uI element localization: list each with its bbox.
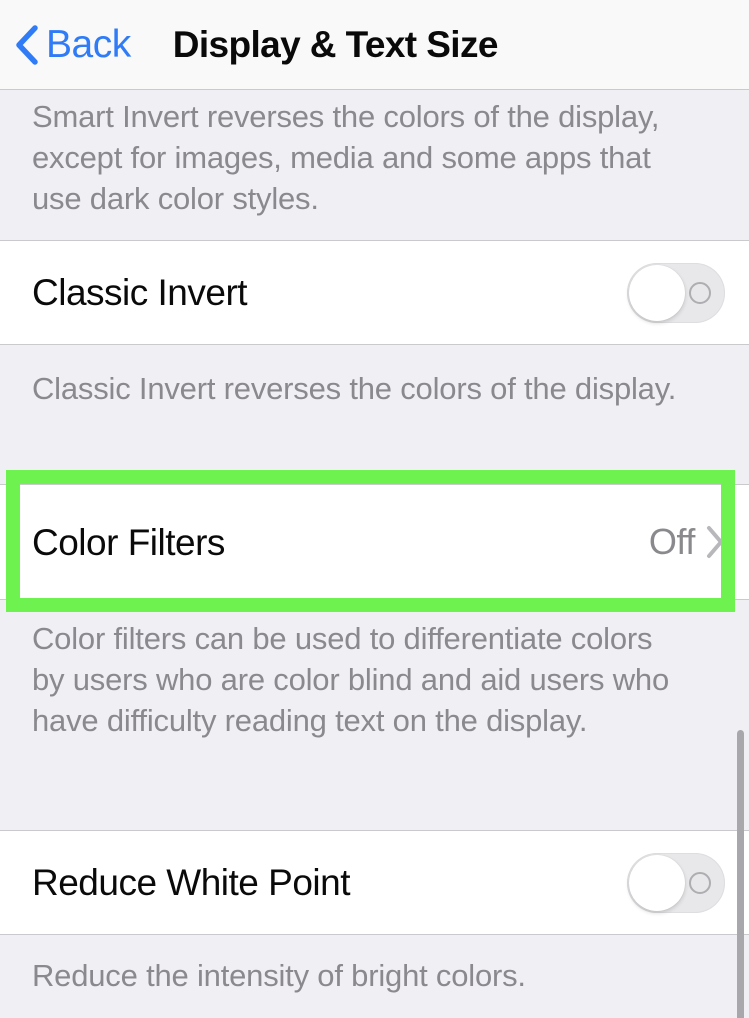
classic-invert-footer-text: Classic Invert reverses the colors of th… — [32, 371, 677, 406]
classic-invert-label: Classic Invert — [32, 272, 248, 313]
chevron-left-icon — [16, 24, 38, 65]
color-filters-value: Off — [648, 521, 696, 562]
color-filters-label: Color Filters — [32, 521, 225, 563]
color-filters-accessory: Off — [649, 524, 725, 560]
toggle-off-indicator-icon — [689, 871, 711, 894]
back-button-label: Back — [46, 23, 131, 66]
row-classic-invert[interactable]: Classic Invert — [0, 240, 749, 345]
reduce-white-point-label: Reduce White Point — [32, 862, 351, 903]
settings-screen: Back Display & Text Size Smart Invert re… — [0, 0, 749, 1018]
toggle-knob — [629, 264, 685, 321]
classic-invert-toggle[interactable] — [627, 262, 725, 323]
color-filters-footer-text: Color filters can be used to differentia… — [32, 621, 669, 738]
row-reduce-white-point[interactable]: Reduce White Point — [0, 830, 749, 935]
reduce-white-point-footer-text: Reduce the intensity of bright colors. — [32, 958, 526, 993]
back-button[interactable]: Back — [14, 24, 131, 66]
reduce-white-point-toggle[interactable] — [627, 852, 725, 913]
toggle-off-indicator-icon — [689, 281, 711, 304]
chevron-right-icon — [707, 526, 723, 558]
toggle-knob — [629, 854, 685, 911]
navigation-bar: Back Display & Text Size — [0, 0, 749, 90]
smart-invert-footer-text: Smart Invert reverses the colors of the … — [32, 99, 660, 216]
row-color-filters[interactable]: Color Filters Off — [0, 484, 749, 600]
page-title: Display & Text Size — [172, 24, 499, 65]
vertical-scrollbar[interactable] — [737, 730, 744, 1018]
